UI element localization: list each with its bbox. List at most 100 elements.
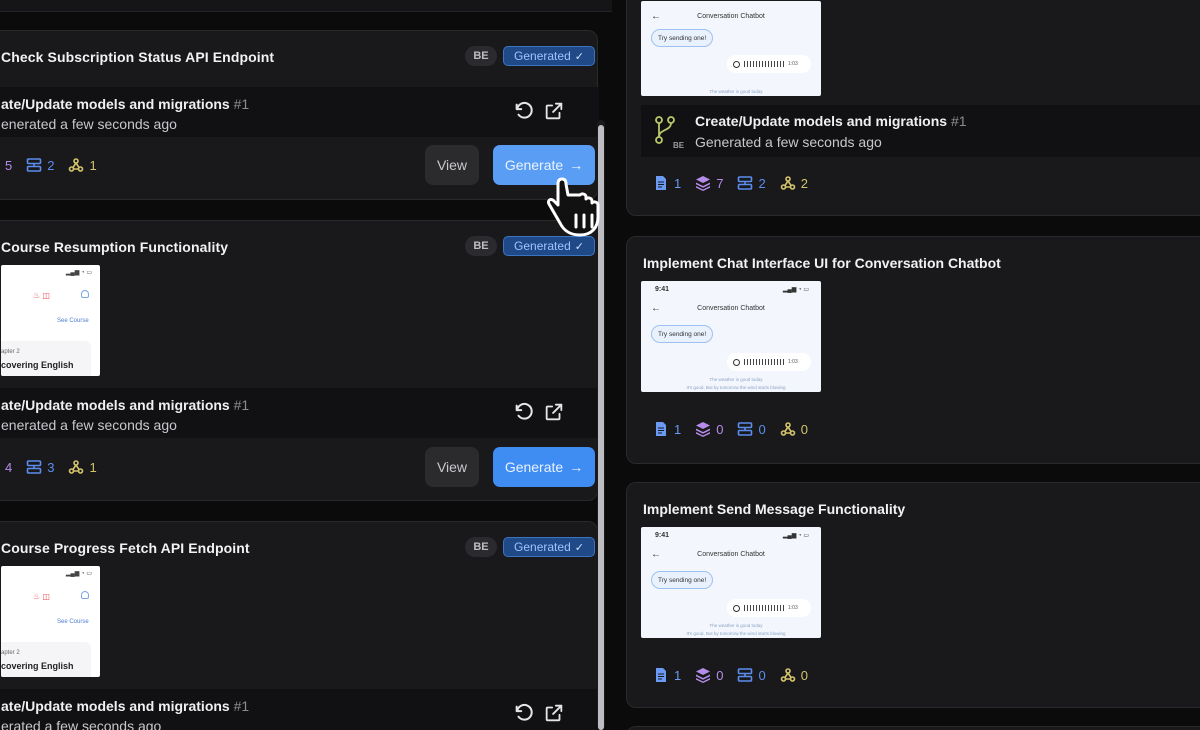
- generation-number: #1: [233, 397, 250, 413]
- chapter-label: apter 2: [1, 650, 20, 656]
- column-divider: [612, 0, 626, 730]
- generate-label: Generate: [504, 157, 564, 173]
- ui-thumbnail[interactable]: 9:41 ▂▄▆ ◔ ▭ ← Conversation Chatbot Try …: [641, 281, 821, 392]
- status-icons: ▂▄▆ ◔ ▭: [782, 533, 809, 539]
- api-icon: [738, 176, 753, 190]
- task-card[interactable]: Course Resumption Functionality BE Gener…: [0, 220, 599, 501]
- ui-thumbnail[interactable]: ← Conversation Chatbot Try sending one! …: [641, 1, 821, 96]
- generation-row[interactable]: ate/Update models and migrations #1 ener…: [0, 87, 599, 137]
- stat-models-count: 7: [716, 175, 724, 191]
- task-title: Check Subscription Status API Endpoint: [1, 49, 275, 65]
- see-course-link: See Course: [57, 318, 89, 324]
- arrow-right-icon: →: [569, 157, 584, 173]
- task-title: Course Resumption Functionality: [1, 239, 229, 255]
- regenerate-icon[interactable]: [513, 100, 535, 122]
- chat-bubble: Try sending one!: [651, 325, 714, 343]
- hand-pointer-cursor-icon: [547, 177, 600, 237]
- open-external-icon[interactable]: [543, 702, 565, 724]
- status-time: 9:41: [655, 532, 670, 539]
- waveform-icon: [744, 61, 784, 67]
- check-icon: ✓: [574, 240, 584, 253]
- chapter-label: apter 2: [1, 349, 20, 355]
- streak-icon: ♨ ◫: [33, 592, 50, 601]
- check-icon: ✓: [574, 50, 584, 63]
- open-external-icon[interactable]: [543, 401, 565, 423]
- webhook-icon: [69, 460, 84, 474]
- stat-hooks: 0: [780, 667, 808, 683]
- api-icon: [26, 158, 42, 172]
- task-card[interactable]: Course Progress Fetch API Endpoint BE Ge…: [0, 521, 599, 730]
- chatbot-header: Conversation Chatbot: [697, 305, 765, 312]
- stat-models: 4: [5, 460, 12, 475]
- ui-thumbnail[interactable]: 9:41 ▂▄▆ ◔ ▭ ← Conversation Chatbot Try …: [641, 527, 821, 638]
- stat-hooks-count: 1: [89, 157, 97, 173]
- regenerate-icon[interactable]: [513, 702, 535, 724]
- message-text-2: It's good, But by tomorrow the wind star…: [686, 385, 786, 390]
- view-button[interactable]: View: [425, 447, 479, 487]
- chatbot-header: Conversation Chatbot: [697, 13, 765, 20]
- previous-card-edge: [0, 0, 612, 12]
- task-card[interactable]: Implement Send Message Functionality 9:4…: [626, 482, 1200, 708]
- webhook-icon: [69, 158, 84, 172]
- stat-hooks-count: 1: [89, 459, 97, 475]
- stat-docs: 1: [653, 175, 681, 191]
- stat-models: 7: [695, 175, 723, 191]
- generation-title-text: ate/Update models and migrations: [1, 96, 230, 112]
- task-card[interactable]: Check Subscription Status API Endpoint B…: [0, 30, 599, 200]
- task-card[interactable]: ← Conversation Chatbot Try sending one! …: [626, 0, 1200, 216]
- generation-title-text: ate/Update models and migrations: [1, 397, 230, 413]
- backend-badge: BE: [465, 46, 497, 66]
- task-list-left: Check Subscription Status API Endpoint B…: [0, 0, 612, 730]
- backend-badge: BE: [673, 141, 685, 150]
- message-text: The weather is good today: [709, 623, 763, 628]
- stat-endpoints-count: 0: [758, 667, 766, 683]
- stat-docs-count: 1: [674, 175, 682, 191]
- generated-status-badge: Generated ✓: [503, 46, 595, 66]
- api-icon: [738, 422, 753, 436]
- generation-row[interactable]: BE Create/Update models and migrations #…: [641, 105, 1200, 157]
- voice-message: 1:03: [727, 353, 811, 371]
- generation-row[interactable]: ate/Update models and migrations #1 erat…: [0, 689, 599, 730]
- waveform-icon: [744, 605, 784, 611]
- stat-hooks: 1: [68, 459, 97, 475]
- stat-hooks: 2: [780, 175, 808, 191]
- generation-title-text: ate/Update models and migrations: [1, 698, 230, 714]
- generation-title: ate/Update models and migrations #1: [1, 397, 249, 413]
- stat-models-count: 5: [5, 157, 13, 173]
- view-button[interactable]: View: [425, 145, 479, 185]
- generation-row[interactable]: ate/Update models and migrations #1 ener…: [0, 388, 599, 438]
- voice-message: 1:03: [727, 55, 811, 73]
- stat-endpoints: 2: [737, 175, 766, 191]
- status-icons: ▂▄▆ ◔ ▭: [782, 287, 809, 293]
- task-title: Implement Chat Interface UI for Conversa…: [643, 255, 1001, 271]
- voice-duration: 1:03: [788, 61, 798, 67]
- task-stats: 1 0 0 0: [653, 667, 808, 683]
- task-card[interactable]: [626, 726, 1200, 730]
- generation-title: ate/Update models and migrations #1: [1, 698, 249, 714]
- see-course-link: See Course: [57, 619, 89, 625]
- ui-thumbnail[interactable]: ▂▄▆ ◔ ▭ ♨ ◫ See Course apter 2 covering …: [1, 566, 100, 677]
- stat-endpoints-count: 2: [758, 175, 766, 191]
- generation-title-text: Create/Update models and migrations: [695, 113, 948, 129]
- document-icon: [656, 176, 666, 190]
- generate-button[interactable]: Generate →: [493, 447, 595, 487]
- stat-endpoints: 0: [737, 667, 766, 683]
- status-time: 9:41: [655, 286, 670, 293]
- ui-thumbnail[interactable]: ▂▄▆ ◔ ▭ ♨ ◫ See Course apter 2 covering …: [1, 265, 100, 376]
- status-label: Generated: [514, 49, 571, 63]
- play-icon: [733, 60, 740, 68]
- course-card: [1, 341, 91, 376]
- bell-icon: [81, 290, 89, 298]
- generation-title: ate/Update models and migrations #1: [1, 96, 249, 112]
- voice-duration: 1:03: [788, 359, 798, 365]
- stat-endpoints: 0: [737, 421, 766, 437]
- document-icon: [656, 422, 666, 436]
- stat-endpoints-count: 0: [758, 421, 766, 437]
- generation-title: Create/Update models and migrations #1: [695, 113, 967, 129]
- stat-endpoints: 3: [26, 459, 54, 475]
- task-card[interactable]: Implement Chat Interface UI for Conversa…: [626, 236, 1200, 464]
- open-external-icon[interactable]: [543, 100, 565, 122]
- stat-hooks: 1: [68, 157, 97, 173]
- arrow-right-icon: →: [569, 459, 584, 475]
- regenerate-icon[interactable]: [513, 401, 535, 423]
